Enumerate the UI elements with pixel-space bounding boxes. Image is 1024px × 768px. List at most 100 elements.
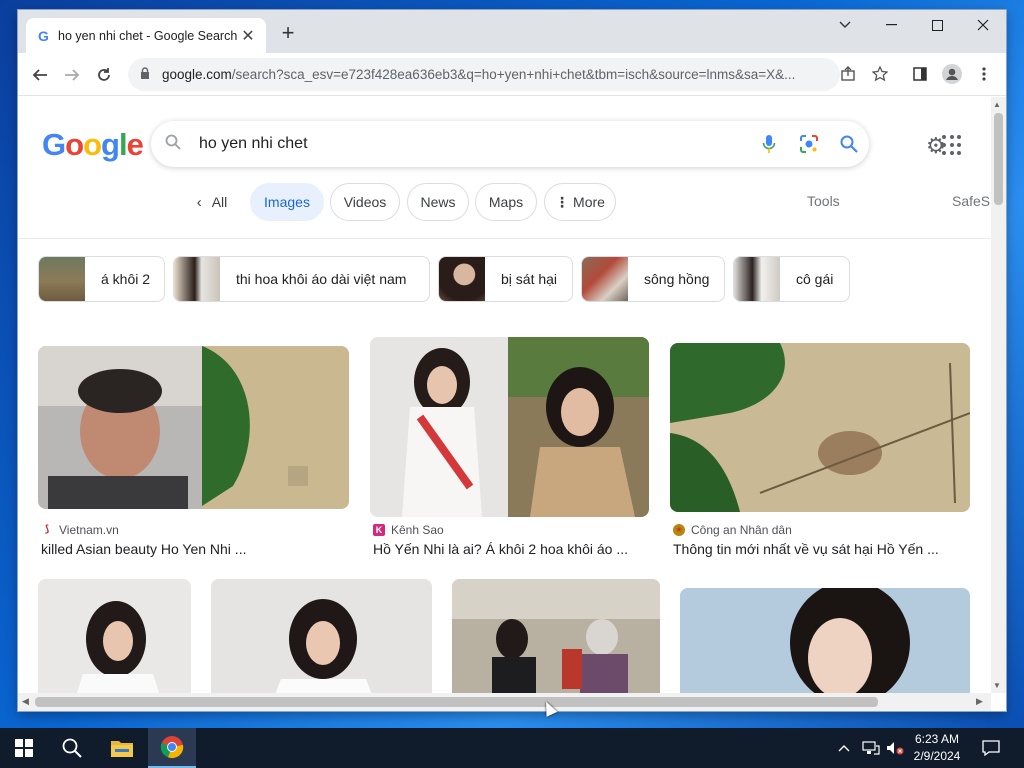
start-windows-icon[interactable] [0,728,48,768]
lock-icon[interactable] [140,67,154,82]
suggestion-label: bị sát hại [501,271,558,287]
filter-all[interactable]: ‹ All [184,183,240,221]
lens-icon[interactable] [789,124,829,164]
volume-muted-icon[interactable] [886,728,904,768]
back-arrow-icon[interactable] [27,62,53,88]
logo-letter: l [118,127,128,162]
voice-search-icon[interactable] [749,124,789,164]
result-image[interactable] [680,588,970,693]
filter-news[interactable]: News [407,183,469,221]
browser-toolbar: google.com/search?sca_esv=e723f428ea636e… [18,53,1006,96]
logo-letter: o [65,127,84,162]
filter-maps-label: Maps [488,194,524,210]
suggestion-chip[interactable]: thi hoa khôi áo dài việt nam [173,256,430,302]
search-input[interactable]: ho yen nhi chet [199,135,749,153]
tab-title: ho yen nhi chet - Google Search [58,28,238,43]
forward-arrow-icon[interactable] [59,62,85,88]
close-tab-icon[interactable]: ✕ [240,26,256,46]
result-image[interactable] [38,346,349,509]
suggestion-chip[interactable]: sông hồng [581,256,725,302]
new-tab-icon[interactable]: + [276,22,300,46]
side-panel-icon[interactable] [908,62,932,86]
show-hidden-icons-icon[interactable] [838,728,850,768]
logo-letter: e [126,127,144,162]
clock-date: 2/9/2024 [913,749,961,763]
result-source-name: Vietnam.vn [59,523,119,537]
chrome-taskbar-icon[interactable] [148,728,196,768]
suggestion-chip[interactable]: bị sát hại [438,256,573,302]
result-source[interactable]: K Kênh Sao [373,523,444,537]
result-caption[interactable]: Thông tin mới nhất về vụ sát hại Hồ Yến … [673,541,939,557]
google-apps-icon[interactable] [942,135,964,157]
more-dots-icon: ⋮ [555,193,570,210]
horizontal-scrollbar[interactable]: ◀ ▶ [18,693,991,711]
close-window-icon[interactable] [960,10,1006,40]
suggestion-thumbnail [39,257,85,301]
clock-time: 6:23 AM [914,732,960,746]
notifications-icon[interactable] [982,728,1000,768]
search-taskbar-icon[interactable] [48,728,96,768]
vertical-scroll-thumb[interactable] [994,113,1003,205]
share-icon[interactable] [836,62,860,86]
safesearch-button[interactable]: SafeS [952,193,990,209]
suggestion-chip[interactable]: á khôi 2 [38,256,165,302]
tools-button[interactable]: Tools [807,193,840,209]
suggestion-chip[interactable]: cô gái [733,256,850,302]
vertical-scrollbar[interactable]: ▲ ▼ [991,97,1006,693]
google-logo[interactable]: Google [42,127,144,163]
result-source-name: Kênh Sao [391,523,444,537]
reload-icon[interactable] [91,62,117,88]
bookmark-star-icon[interactable] [868,62,892,86]
filter-images[interactable]: Images [250,183,324,221]
filter-videos[interactable]: Videos [330,183,400,221]
search-box[interactable]: ho yen nhi chet [151,121,869,167]
network-icon[interactable] [862,728,880,768]
result-caption[interactable]: Hồ Yến Nhi là ai? Á khôi 2 hoa khôi áo .… [373,541,628,557]
tab-search-icon[interactable] [822,10,868,40]
scroll-down-icon[interactable]: ▼ [993,681,1001,690]
scroll-right-icon[interactable]: ▶ [976,696,983,707]
system-clock[interactable]: 6:23 AM 2/9/2024 [904,731,970,765]
result-image[interactable] [38,579,191,693]
result-source-name: Công an Nhân dân [691,523,792,537]
filter-news-label: News [420,194,456,210]
suggestion-label: á khôi 2 [101,271,151,287]
url-text[interactable]: google.com/search?sca_esv=e723f428ea636e… [162,67,840,82]
image-result[interactable] [452,579,660,693]
divider [18,238,991,239]
browser-tab[interactable]: G ho yen nhi chet - Google Search ✕ [26,18,266,53]
file-explorer-icon[interactable] [98,728,146,768]
chevron-left-icon: ‹ [196,193,202,211]
minimize-icon[interactable] [868,10,914,40]
search-filter-bar: ‹ All Images Videos News Maps ⋮ More Tools… [18,183,991,223]
image-result[interactable]: ⟆ Vietnam.vn killed Asian beauty Ho Yen … [38,346,349,568]
logo-letter: g [101,127,120,162]
filter-more[interactable]: ⋮ More [544,183,616,221]
image-result[interactable] [680,588,970,693]
scroll-up-icon[interactable]: ▲ [993,100,1001,109]
maximize-icon[interactable] [914,10,960,40]
result-image[interactable] [370,337,649,517]
result-source[interactable]: ⟆ Vietnam.vn [41,523,119,537]
profile-avatar-icon[interactable] [940,62,964,86]
result-image[interactable] [670,343,970,512]
image-result[interactable] [38,579,191,693]
suggestion-thumbnail [174,257,220,301]
image-result[interactable]: K Kênh Sao Hồ Yến Nhi là ai? Á khôi 2 ho… [370,337,649,568]
image-result[interactable]: ★ Công an Nhân dân Thông tin mới nhất về… [670,343,970,568]
suggestion-label: thi hoa khôi áo dài việt nam [236,271,407,287]
address-bar[interactable]: google.com/search?sca_esv=e723f428ea636e… [128,58,840,91]
horizontal-scroll-thumb[interactable] [35,697,878,707]
search-submit-icon[interactable] [829,124,869,164]
search-results-page: Google ho yen nhi chet ⚙ ‹ All Images Vi… [18,97,991,693]
vietnamvn-favicon-icon: ⟆ [44,524,50,535]
result-image[interactable] [452,579,660,693]
logo-letter: o [83,127,102,162]
scroll-left-icon[interactable]: ◀ [22,696,29,707]
result-image[interactable] [211,579,432,693]
result-source[interactable]: ★ Công an Nhân dân [673,523,792,537]
image-result[interactable] [211,579,432,693]
browser-menu-icon[interactable] [972,62,996,86]
result-caption[interactable]: killed Asian beauty Ho Yen Nhi ... [41,541,246,557]
filter-maps[interactable]: Maps [475,183,537,221]
